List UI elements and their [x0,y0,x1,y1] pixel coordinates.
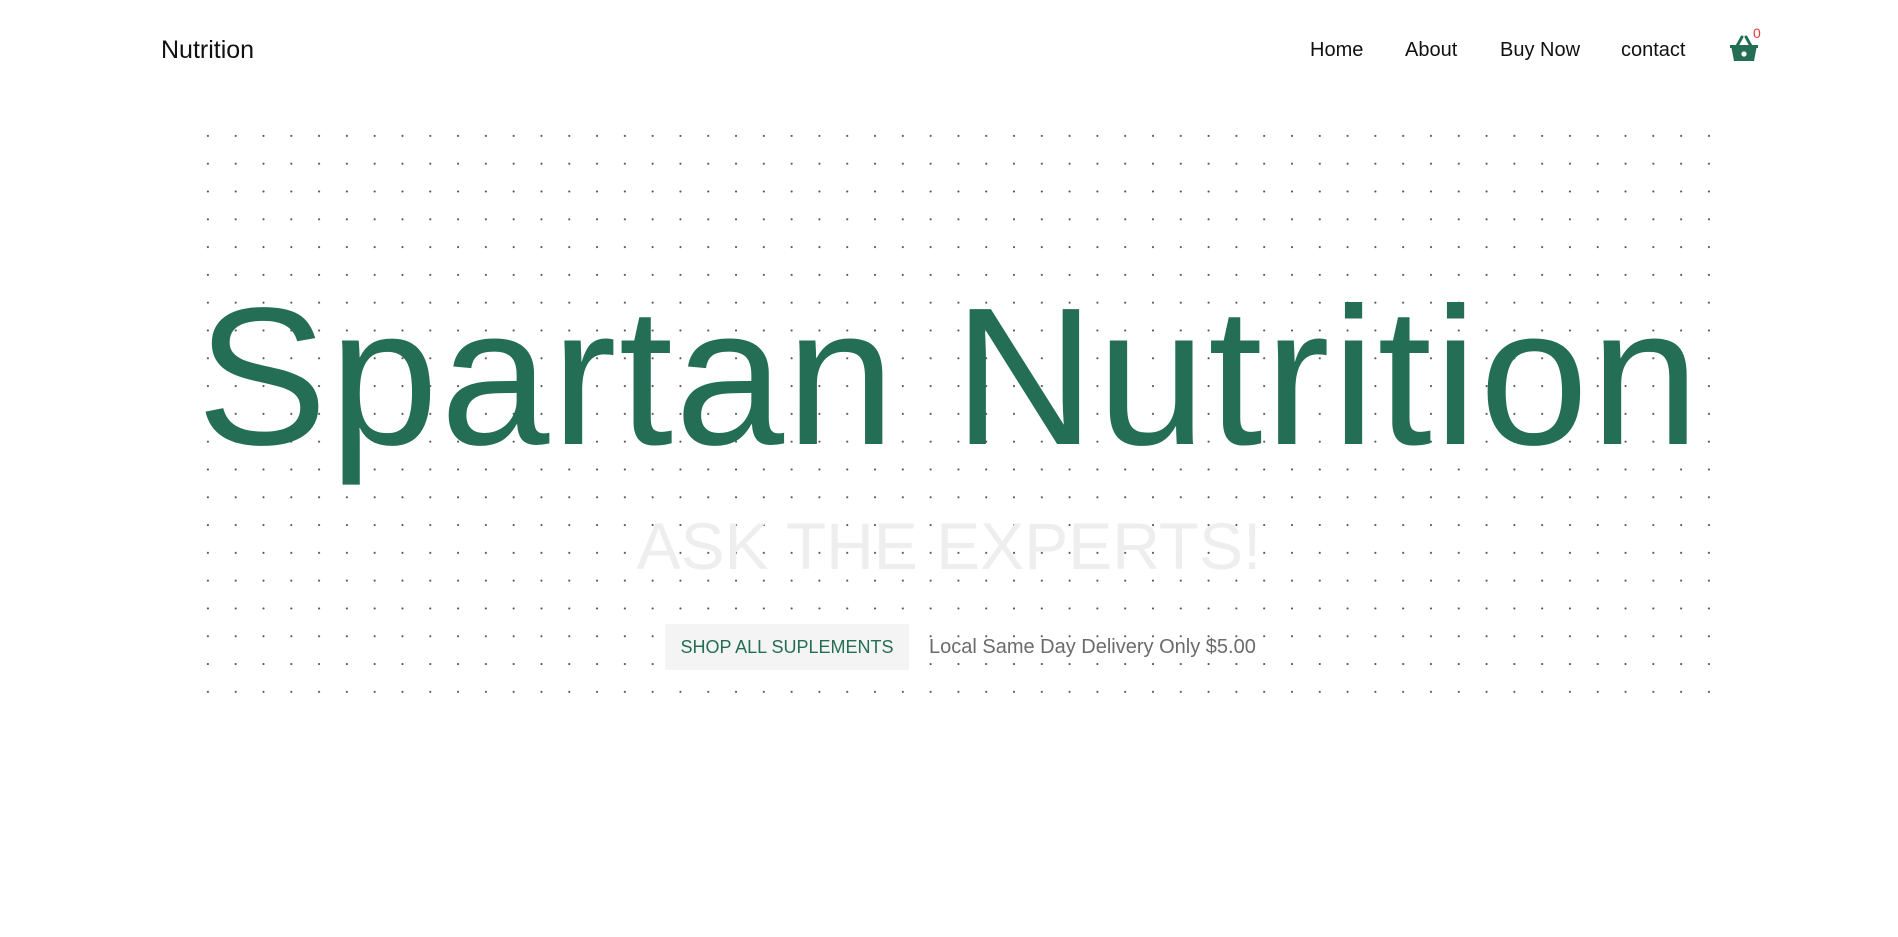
page: Nutrition Home About Buy Now contact 0 S… [0,0,1898,937]
cart-count-badge: 0 [1753,25,1761,41]
brand-logo[interactable]: Nutrition [161,35,254,65]
site-header: Nutrition Home About Buy Now contact 0 [0,0,1898,100]
hero-subtitle: ASK THE EXPERTS! [636,509,1262,583]
shop-all-supplements-button[interactable]: SHOP ALL SUPLEMENTS [665,624,909,670]
delivery-info-text: Local Same Day Delivery Only $5.00 [929,636,1256,658]
nav-buy-now[interactable]: Buy Now [1500,36,1580,64]
hero-title: Spartan Nutrition [196,267,1702,486]
nav-about[interactable]: About [1405,36,1457,64]
nav-home[interactable]: Home [1310,36,1363,64]
nav-contact[interactable]: contact [1621,36,1685,64]
